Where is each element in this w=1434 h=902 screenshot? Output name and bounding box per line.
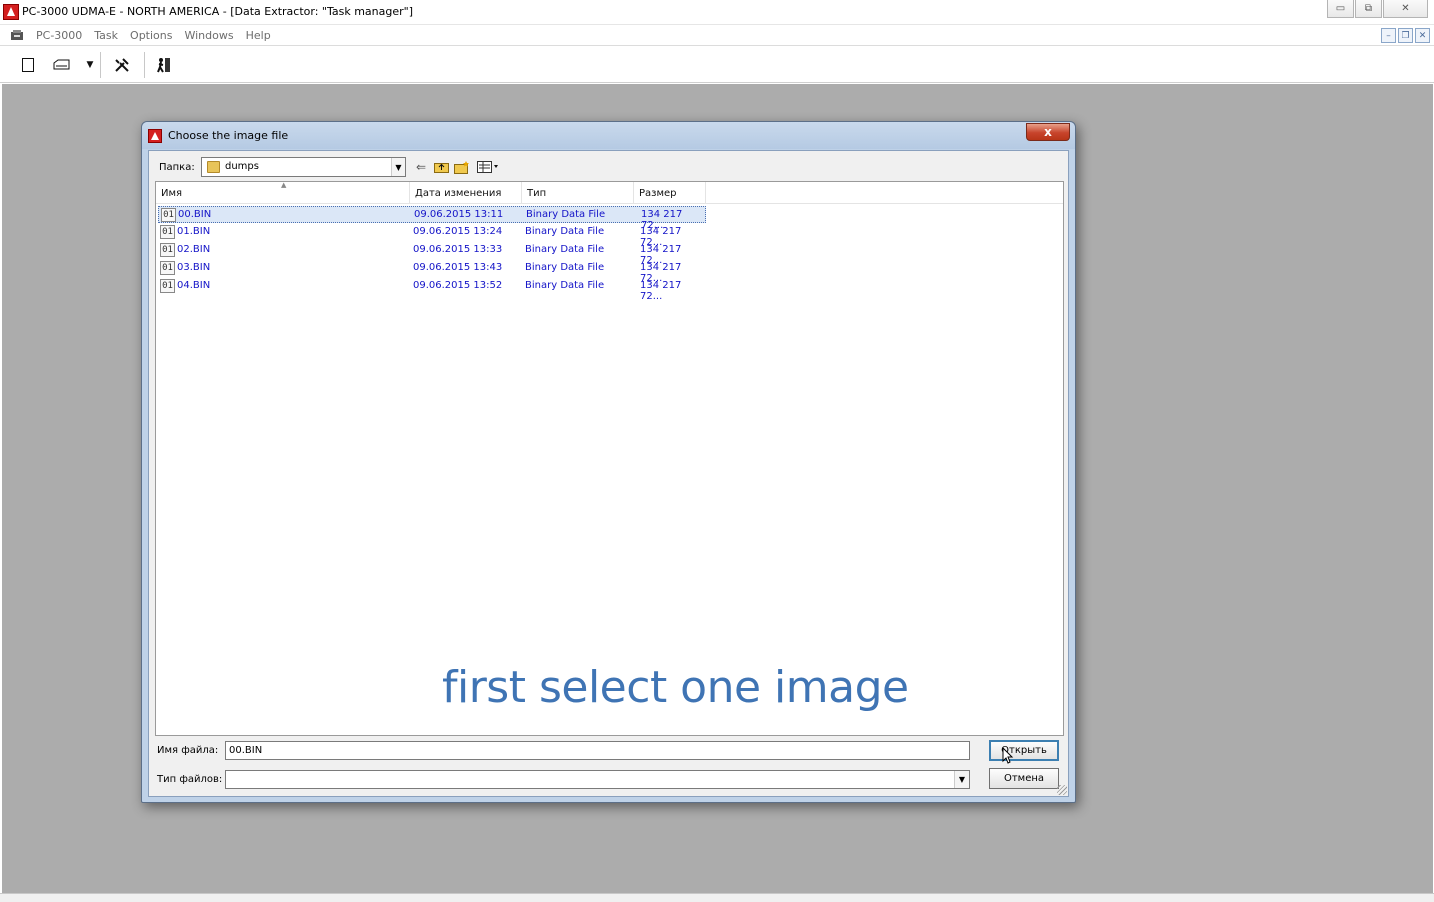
- mdi-child-icon[interactable]: [10, 29, 24, 41]
- file-date: 09.06.2015 13:52: [413, 280, 503, 291]
- window-titlebar: PC-3000 UDMA-E - NORTH AMERICA - [Data E…: [0, 0, 1434, 25]
- up-folder-icon[interactable]: [433, 159, 449, 175]
- mdi-restore-button[interactable]: ❐: [1398, 28, 1413, 43]
- exit-icon[interactable]: [154, 55, 174, 75]
- sort-up-icon: ▲: [281, 181, 287, 189]
- toolbar-separator: [144, 52, 145, 78]
- app-logo-icon: [148, 129, 162, 143]
- hint-overlay-text: first select one image: [442, 662, 909, 713]
- tools-icon[interactable]: [112, 55, 132, 75]
- menu-help[interactable]: Help: [240, 29, 277, 42]
- dialog-titlebar: Choose the image file x: [142, 122, 1075, 149]
- file-name-label: Имя файла:: [157, 745, 219, 756]
- look-in-label: Папка:: [159, 162, 195, 173]
- file-name-input[interactable]: [225, 741, 970, 760]
- mdi-close-button[interactable]: ✕: [1415, 28, 1430, 43]
- file-row[interactable]: 01 01.BIN 09.06.2015 13:24 Binary Data F…: [158, 224, 706, 248]
- minimize-button[interactable]: ▭: [1327, 0, 1354, 18]
- mdi-minimize-button[interactable]: –: [1381, 28, 1396, 43]
- dialog-body: Папка: dumps ▼ ⇐ Имя ▲ Дата изменения Ти…: [148, 150, 1069, 797]
- binary-file-icon: 01: [160, 261, 175, 275]
- file-row[interactable]: 01 04.BIN 09.06.2015 13:52 Binary Data F…: [158, 278, 706, 302]
- menu-task[interactable]: Task: [88, 29, 124, 42]
- dialog-close-button[interactable]: x: [1026, 123, 1070, 141]
- file-name: 01.BIN: [177, 226, 211, 237]
- file-type: Binary Data File: [525, 244, 605, 255]
- back-arrow-icon[interactable]: ⇐: [413, 159, 429, 175]
- look-in-combobox[interactable]: dumps ▼: [201, 157, 406, 177]
- toolbar-separator: [100, 52, 101, 78]
- file-type: Binary Data File: [525, 226, 605, 237]
- file-type-label: Тип файлов:: [157, 774, 223, 785]
- column-name[interactable]: Имя ▲: [156, 181, 410, 204]
- menu-pc3000[interactable]: PC-3000: [30, 29, 88, 42]
- window-controls: ▭ ⧉ ✕: [1327, 0, 1428, 18]
- menu-bar: PC-3000 Task Options Windows Help – ❐ ✕: [0, 26, 1434, 46]
- menu-windows[interactable]: Windows: [178, 29, 239, 42]
- file-type: Binary Data File: [526, 209, 606, 220]
- binary-file-icon: 01: [161, 208, 176, 222]
- resize-grip-icon[interactable]: [1057, 785, 1067, 795]
- maximize-button[interactable]: ⧉: [1355, 0, 1382, 18]
- column-size[interactable]: Размер: [634, 182, 706, 204]
- file-type: Binary Data File: [525, 280, 605, 291]
- file-date: 09.06.2015 13:24: [413, 226, 503, 237]
- binary-file-icon: 01: [160, 225, 175, 239]
- chevron-down-icon[interactable]: ▼: [391, 158, 405, 176]
- dialog-title: Choose the image file: [168, 129, 289, 142]
- choose-image-dialog: Choose the image file x Папка: dumps ▼ ⇐…: [141, 121, 1076, 803]
- binary-file-icon: 01: [160, 243, 175, 257]
- file-date: 09.06.2015 13:33: [413, 244, 503, 255]
- file-list[interactable]: Имя ▲ Дата изменения Тип Размер 01 00.BI…: [155, 181, 1064, 736]
- column-type[interactable]: Тип: [522, 182, 634, 204]
- column-name-label: Имя: [161, 188, 183, 199]
- file-name: 02.BIN: [177, 244, 211, 255]
- file-date: 09.06.2015 13:11: [414, 209, 504, 220]
- column-date[interactable]: Дата изменения: [410, 182, 522, 204]
- new-document-icon[interactable]: [18, 55, 38, 75]
- cancel-button[interactable]: Отмена: [989, 768, 1059, 789]
- binary-file-icon: 01: [160, 279, 175, 293]
- file-name: 03.BIN: [177, 262, 211, 273]
- app-logo-icon: [3, 4, 19, 20]
- dropdown-arrow-icon[interactable]: ▼: [80, 55, 100, 75]
- new-folder-icon[interactable]: [454, 159, 470, 175]
- menu-options[interactable]: Options: [124, 29, 178, 42]
- column-header: Имя ▲ Дата изменения Тип Размер: [156, 181, 1063, 204]
- file-type: Binary Data File: [525, 262, 605, 273]
- mouse-pointer-icon: [1002, 746, 1014, 769]
- look-in-value: dumps: [225, 161, 259, 172]
- drive-icon[interactable]: [52, 55, 72, 75]
- open-button[interactable]: Открыть: [989, 740, 1059, 761]
- window-title: PC-3000 UDMA-E - NORTH AMERICA - [Data E…: [22, 5, 413, 18]
- view-menu-icon[interactable]: [477, 159, 501, 175]
- chevron-down-icon[interactable]: ▼: [954, 771, 969, 788]
- file-row[interactable]: 01 03.BIN 09.06.2015 13:43 Binary Data F…: [158, 260, 706, 284]
- file-row[interactable]: 01 00.BIN 09.06.2015 13:11 Binary Data F…: [158, 206, 706, 231]
- file-date: 09.06.2015 13:43: [413, 262, 503, 273]
- file-row[interactable]: 01 02.BIN 09.06.2015 13:33 Binary Data F…: [158, 242, 706, 266]
- file-size: 134 217 72...: [640, 280, 682, 302]
- file-name: 04.BIN: [177, 280, 211, 291]
- file-name: 00.BIN: [178, 209, 212, 220]
- close-button[interactable]: ✕: [1383, 0, 1428, 18]
- folder-icon: [207, 161, 220, 173]
- file-type-combobox[interactable]: ▼: [225, 770, 970, 789]
- toolbar: ▼: [0, 47, 1434, 83]
- status-bar: [0, 893, 1434, 902]
